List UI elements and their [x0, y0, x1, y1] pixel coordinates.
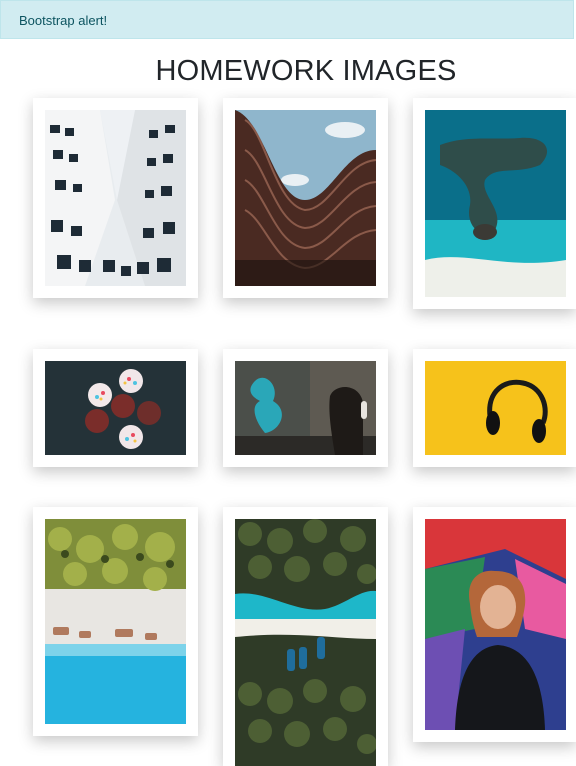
- gallery-image-palms-boats[interactable]: [235, 519, 376, 766]
- gallery-card-7[interactable]: [33, 507, 198, 736]
- gallery-card-5[interactable]: [223, 349, 388, 467]
- gallery-card-9[interactable]: [413, 507, 576, 742]
- gallery-image-headphones-mural[interactable]: [235, 361, 376, 455]
- gallery-image-beach-palms[interactable]: [45, 519, 186, 724]
- page-title: HOMEWORK IMAGES: [155, 55, 457, 87]
- gallery-image-graffiti-portrait[interactable]: [425, 519, 566, 730]
- gallery-image-ocean-reef[interactable]: [425, 110, 566, 297]
- gallery-image-curved-facade[interactable]: [235, 110, 376, 286]
- gallery-card-8[interactable]: [223, 507, 388, 766]
- gallery-card-6[interactable]: [413, 349, 576, 467]
- gallery-image-building-courtyard[interactable]: [45, 110, 186, 286]
- gallery-card-2[interactable]: [223, 98, 388, 298]
- gallery-card-3[interactable]: [413, 98, 576, 309]
- gallery-image-headphones-yellow[interactable]: [425, 361, 566, 455]
- bootstrap-alert: Bootstrap alert!: [0, 0, 574, 39]
- gallery-image-cupcakes[interactable]: [45, 361, 186, 455]
- gallery-card-1[interactable]: [33, 98, 198, 298]
- gallery-card-4[interactable]: [33, 349, 198, 467]
